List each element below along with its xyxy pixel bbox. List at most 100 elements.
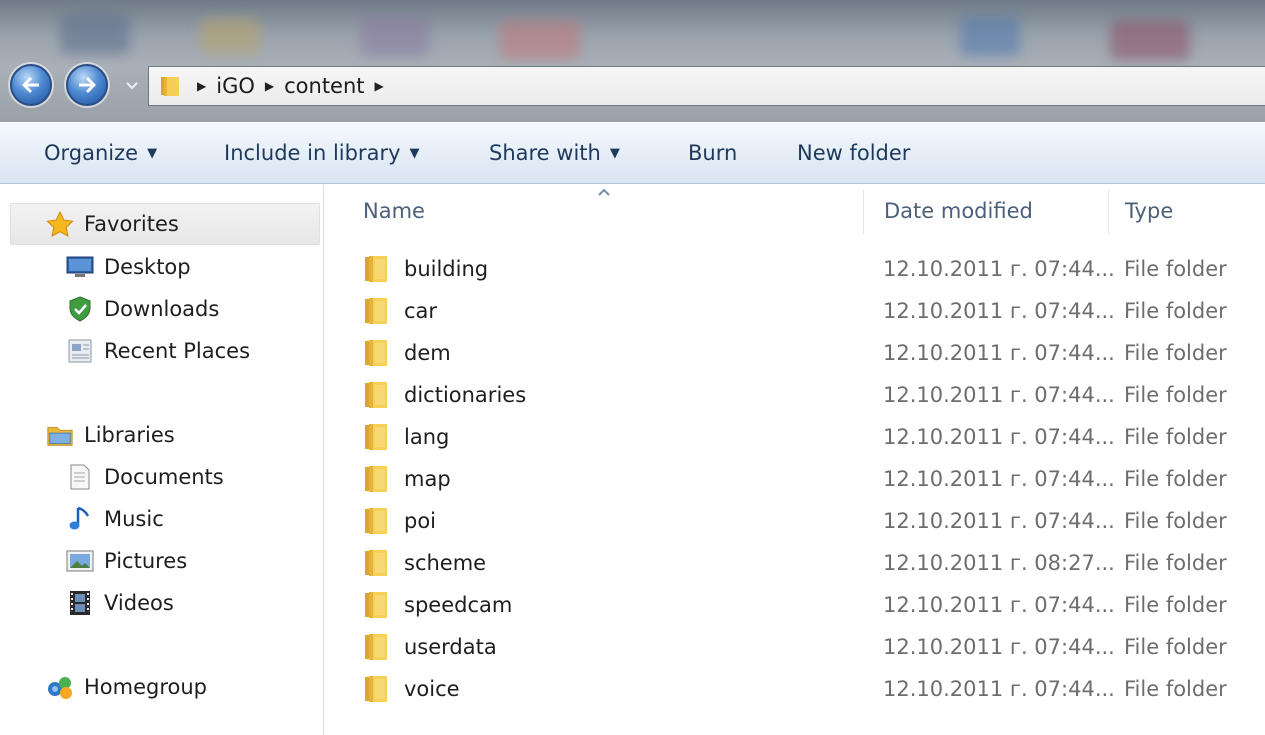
breadcrumb-separator-icon[interactable]: ▶ <box>197 79 206 93</box>
file-type: File folder <box>1124 593 1227 617</box>
nav-pictures-label: Pictures <box>104 549 188 573</box>
nav-documents[interactable]: Documents <box>66 459 224 495</box>
nav-recent-places-label: Recent Places <box>104 339 251 363</box>
folder-icon <box>365 424 387 450</box>
folder-icon <box>365 676 387 702</box>
file-date-modified: 12.10.2011 г. 07:44... <box>883 635 1115 659</box>
nav-homegroup[interactable]: Homegroup <box>46 669 207 705</box>
column-header-type[interactable]: Type <box>1125 199 1173 223</box>
file-date-modified: 12.10.2011 г. 08:27... <box>883 551 1115 575</box>
documents-icon <box>66 464 94 490</box>
column-divider[interactable] <box>1108 189 1109 235</box>
folder-icon <box>365 634 387 660</box>
file-name[interactable]: building <box>404 257 488 281</box>
window-title-bar: ▶ iGO ▶ content ▶ <box>0 0 1265 122</box>
file-date-modified: 12.10.2011 г. 07:44... <box>883 509 1115 533</box>
nav-homegroup-label: Homegroup <box>84 675 208 699</box>
nav-recent-places[interactable]: Recent Places <box>66 333 250 369</box>
breadcrumb-content[interactable]: content <box>284 74 364 98</box>
organize-label: Organize <box>44 141 139 165</box>
folder-icon <box>365 466 387 492</box>
nav-videos-label: Videos <box>104 591 174 615</box>
nav-pictures[interactable]: Pictures <box>66 543 187 579</box>
share-with-menu[interactable]: Share with ▼ <box>489 141 620 165</box>
back-button[interactable] <box>10 64 52 106</box>
file-name[interactable]: dictionaries <box>404 383 526 407</box>
pictures-icon <box>66 548 94 574</box>
videos-icon <box>66 590 94 616</box>
burn-button[interactable]: Burn <box>688 141 737 165</box>
file-name[interactable]: userdata <box>404 635 497 659</box>
table-row[interactable]: userdata 12.10.2011 г. 07:44... File folde… <box>325 626 1265 668</box>
nav-favorites-label: Favorites <box>84 212 179 236</box>
table-row[interactable]: speedcam 12.10.2011 г. 07:44... File folde… <box>325 584 1265 626</box>
nav-documents-label: Documents <box>104 465 224 489</box>
table-row[interactable]: building 12.10.2011 г. 07:44... File folde… <box>325 248 1265 290</box>
file-date-modified: 12.10.2011 г. 07:44... <box>883 467 1115 491</box>
file-name[interactable]: speedcam <box>404 593 512 617</box>
organize-menu[interactable]: Organize ▼ <box>44 141 157 165</box>
table-row[interactable]: car 12.10.2011 г. 07:44... File folder <box>325 290 1265 332</box>
forward-button[interactable] <box>66 64 108 106</box>
navigation-pane: Favorites Desktop Downloads Recent Place… <box>0 185 324 735</box>
table-row[interactable]: poi 12.10.2011 г. 07:44... File folder <box>325 500 1265 542</box>
file-date-modified: 12.10.2011 г. 07:44... <box>883 383 1115 407</box>
table-row[interactable]: dem 12.10.2011 г. 07:44... File folder <box>325 332 1265 374</box>
column-divider[interactable] <box>863 189 864 235</box>
caret-down-icon: ▼ <box>147 145 158 161</box>
burn-label: Burn <box>688 141 738 165</box>
nav-music[interactable]: Music <box>66 501 164 537</box>
star-icon <box>46 210 74 237</box>
recent-pages-dropdown[interactable] <box>125 80 139 92</box>
music-icon <box>66 506 94 532</box>
file-name[interactable]: voice <box>404 677 460 701</box>
new-folder-button[interactable]: New folder <box>797 141 910 165</box>
file-name[interactable]: lang <box>404 425 449 449</box>
folder-icon <box>365 256 387 282</box>
file-type: File folder <box>1124 341 1227 365</box>
nav-downloads[interactable]: Downloads <box>66 291 219 327</box>
file-list: Name Date modified Type building 12.10.20… <box>325 185 1265 735</box>
table-row[interactable]: dictionaries 12.10.2011 г. 07:44... File f… <box>325 374 1265 416</box>
new-folder-label: New folder <box>797 141 911 165</box>
arrow-right-icon <box>79 77 96 93</box>
nav-libraries[interactable]: Libraries <box>46 417 175 453</box>
file-name[interactable]: map <box>404 467 451 491</box>
file-type: File folder <box>1124 509 1227 533</box>
column-header-date-modified[interactable]: Date modified <box>884 199 1033 223</box>
include-in-library-menu[interactable]: Include in library ▼ <box>224 141 420 165</box>
breadcrumb-separator-icon[interactable]: ▶ <box>375 79 384 93</box>
file-date-modified: 12.10.2011 г. 07:44... <box>883 341 1115 365</box>
include-in-library-label: Include in library <box>224 141 401 165</box>
table-row[interactable]: scheme 12.10.2011 г. 08:27... File folder <box>325 542 1265 584</box>
desktop-icon <box>66 254 94 280</box>
nav-desktop-label: Desktop <box>104 255 191 279</box>
folder-icon <box>365 382 387 408</box>
file-name[interactable]: scheme <box>404 551 486 575</box>
recent-places-icon <box>66 338 94 364</box>
breadcrumb-separator-icon[interactable]: ▶ <box>265 79 274 93</box>
nav-downloads-label: Downloads <box>104 297 220 321</box>
nav-videos[interactable]: Videos <box>66 585 174 621</box>
table-row[interactable]: voice 12.10.2011 г. 07:44... File folder <box>325 668 1265 710</box>
homegroup-icon <box>46 674 74 700</box>
file-name[interactable]: poi <box>404 509 436 533</box>
nav-music-label: Music <box>104 507 164 531</box>
file-date-modified: 12.10.2011 г. 07:44... <box>883 299 1115 323</box>
address-bar[interactable]: ▶ iGO ▶ content ▶ <box>148 66 1265 106</box>
file-name[interactable]: dem <box>404 341 451 365</box>
folder-icon <box>365 340 387 366</box>
caret-down-icon: ▼ <box>609 145 620 161</box>
column-header-name[interactable]: Name <box>363 199 425 223</box>
table-row[interactable]: map 12.10.2011 г. 07:44... File folder <box>325 458 1265 500</box>
file-type: File folder <box>1124 467 1227 491</box>
file-date-modified: 12.10.2011 г. 07:44... <box>883 593 1115 617</box>
folder-icon <box>365 592 387 618</box>
nav-desktop[interactable]: Desktop <box>66 249 191 285</box>
chevron-down-icon <box>126 82 138 90</box>
table-row[interactable]: lang 12.10.2011 г. 07:44... File folder <box>325 416 1265 458</box>
arrow-left-icon <box>22 77 39 93</box>
nav-favorites[interactable]: Favorites <box>46 206 179 242</box>
file-name[interactable]: car <box>404 299 437 323</box>
breadcrumb-igo[interactable]: iGO <box>216 74 255 98</box>
